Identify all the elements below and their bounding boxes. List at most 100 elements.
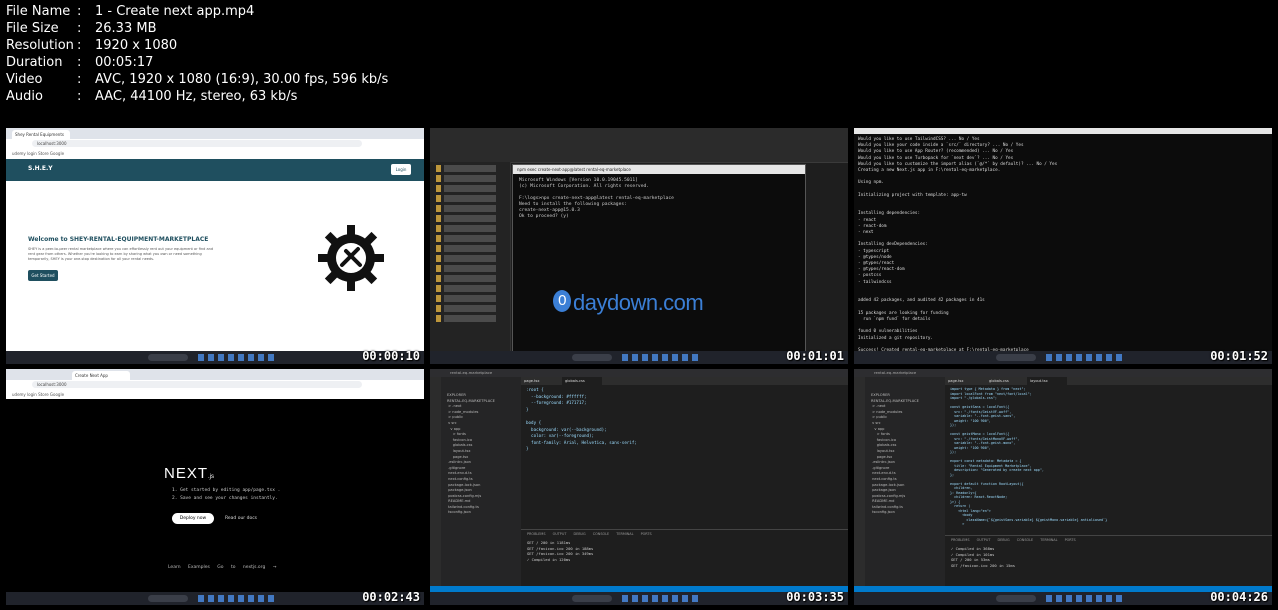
info-row: File Size:26.33 MB [6,21,157,36]
editor-tab[interactable]: globals.css [986,377,1026,385]
taskbar-search[interactable] [996,595,1037,602]
info-row: Resolution:1920 x 1080 [6,38,178,53]
editor-tabs: page.tsx globals.css [521,377,848,385]
browser-tab-strip: Create Next App [6,369,424,380]
watermark: 0 daydown.com [553,290,704,316]
text-line: body { [526,419,542,425]
activity-bar [430,377,441,586]
vscode-title: rental-eq-marketplace [430,369,848,377]
timestamp: 00:00:10 [362,349,420,363]
address-bar[interactable]: localhost:3000 [32,140,362,147]
explorer-sidebar [430,162,511,351]
bookmarks-bar: udemy login Store Google [6,149,424,158]
login-button[interactable]: Login [391,164,411,175]
watermark-icon: 0 [553,290,571,312]
next-steps: 1. Get started by editing app/page.tsx .… [172,488,281,501]
info-row: Audio: AAC, 44100 Hz, stereo, 63 kb/s [6,89,298,104]
editor-tab-active[interactable]: layout.tsx [1027,377,1067,385]
text-line: GET /favicon.ico 200 in 15ms [951,562,1016,568]
bookmarks-bar: udemy login Store Google [6,390,424,399]
timestamp: 00:01:01 [786,349,844,363]
info-row: Duration:00:05:17 [6,55,154,70]
editor-tab[interactable]: page.tsx [521,377,561,385]
cmd-title: npm exec create-next-app@latest rental-e… [513,165,805,174]
terminal-panel: PROBLEMS OUTPUT DEBUG CONSOLE TERMINAL P… [945,535,1272,586]
next-footer-links[interactable]: Learn Examples Go to nextjs.org → [168,565,277,570]
site-body: Welcome to SHEY-RENTAL-EQUIPMENT-MARKETP… [6,181,424,351]
timestamp: 00:03:35 [786,590,844,604]
text-line: color: var(--foreground); [526,433,595,439]
editor-tab-active[interactable]: globals.css [562,377,602,385]
panel-output: GET / 200 in 1181ms GET /favicon.ico 200 … [521,538,848,564]
vscode-window: rental-eq-marketplace EXPLORER RENTAL-EQ… [430,369,848,592]
explorer-panel: EXPLORER RENTAL-EQ-MARKETPLACE > .next >… [865,377,945,586]
taskbar-icons [622,595,703,602]
cmd-output: Microsoft Windows [Version 10.0.19045.50… [519,178,674,219]
terminal-window[interactable]: Would you like to use TailwindCSS? ... N… [854,128,1272,364]
editor-tab[interactable]: page.tsx [945,377,985,385]
timestamp: 00:04:26 [1210,590,1268,604]
info-row: File Name:1 - Create next app.mp4 [6,4,255,19]
taskbar-search[interactable] [148,595,189,602]
timestamp: 00:02:43 [362,590,420,604]
panel-tabs[interactable]: PROBLEMS OUTPUT DEBUG CONSOLE TERMINAL P… [521,530,848,538]
thumbnail-1[interactable]: Shey Rental Equipments localhost:3000 ud… [6,128,424,364]
text-line: background: var(--background); [526,426,607,432]
taskbar-icons [198,595,279,602]
info-row: Video: AVC, 1920 x 1080 (16:9), 30.00 fps… [6,72,389,87]
timestamp: 00:01:52 [1210,349,1268,363]
read-docs-button[interactable]: Read our docs [220,513,262,524]
code-editor[interactable]: :root { --background: #ffffff; --foregro… [526,387,637,453]
file-tree[interactable]: EXPLORER RENTAL-EQ-MARKETPLACE > .next >… [441,377,521,516]
command-prompt-window[interactable]: npm exec create-next-app@latest rental-e… [512,164,806,352]
deploy-now-button[interactable]: Deploy now [172,513,214,524]
panel-tabs[interactable]: PROBLEMS OUTPUT DEBUG CONSOLE TERMINAL P… [945,536,1272,544]
activity-bar [854,377,865,586]
taskbar-icons [1046,595,1127,602]
file-info: File Name:1 - Create next app.mp4 File S… [6,3,388,105]
panel-output: ✓ Compiled in 368ms ✓ Compiled in 101ms GE… [945,544,1272,570]
text-line: className={`${geistSans.variable} ${geis… [950,517,1108,522]
text-line: :root { [526,387,544,392]
get-started-button[interactable]: Get Started [28,270,58,281]
browser-tab[interactable]: Shey Rental Equipments [12,130,70,139]
taskbar-icons [198,354,279,361]
vscode-window: rental-eq-marketplace EXPLORER RENTAL-EQ… [854,369,1272,592]
thumbnail-5[interactable]: rental-eq-marketplace EXPLORER RENTAL-EQ… [430,369,848,605]
text-line: --foreground: #171717; [526,400,587,406]
explorer-toolbar [430,128,848,163]
gear-tools-icon [318,225,384,291]
taskbar-icons [622,354,703,361]
file-tree[interactable]: EXPLORER RENTAL-EQ-MARKETPLACE > .next >… [865,377,945,516]
address-bar[interactable]: localhost:3000 [32,381,362,388]
taskbar-search[interactable] [996,354,1037,361]
browser-tab-strip: Shey Rental Equipments [6,128,424,139]
terminal-output: Would you like to use TailwindCSS? ... N… [854,134,1272,364]
taskbar-icons [1046,354,1127,361]
next-logo: NEXT.js [164,465,215,482]
thumbnail-6[interactable]: rental-eq-marketplace EXPLORER RENTAL-EQ… [854,369,1272,605]
taskbar-search[interactable] [148,354,189,361]
terminal-panel: PROBLEMS OUTPUT DEBUG CONSOLE TERMINAL P… [521,529,848,586]
thumbnail-3[interactable]: Would you like to use TailwindCSS? ... N… [854,128,1272,364]
text-line: font-family: Arial, Helvetica, sans-seri… [526,439,637,445]
browser-tab[interactable]: Create Next App [72,371,130,380]
site-header: S.H.E.Y Login [6,159,424,181]
taskbar-search[interactable] [572,354,613,361]
text-line: --background: #ffffff; [526,393,587,399]
vscode-title: rental-eq-marketplace [854,369,1272,377]
explorer-panel: EXPLORER RENTAL-EQ-MARKETPLACE > .next >… [441,377,521,586]
hero-text: SHEY is a peer-to-peer rental marketplac… [28,247,214,261]
thumbnail-4[interactable]: Create Next App localhost:3000 udemy log… [6,369,424,605]
thumbnail-2[interactable]: npm exec create-next-app@latest rental-e… [430,128,848,364]
text-line: ✓ Compiled in 120ms [527,556,571,562]
text-line: } [526,406,529,412]
editor-tabs: page.tsx globals.css layout.tsx [945,377,1272,385]
taskbar-search[interactable] [572,595,613,602]
hero-title: Welcome to SHEY-RENTAL-EQUIPMENT-MARKETP… [28,236,209,243]
text-line: } [526,446,529,452]
text-line: ​ [526,413,637,420]
site-logo: S.H.E.Y [28,165,53,172]
code-editor[interactable]: import type { Metadata } from "next"; imp… [950,387,1107,527]
text-line: > [950,522,965,526]
